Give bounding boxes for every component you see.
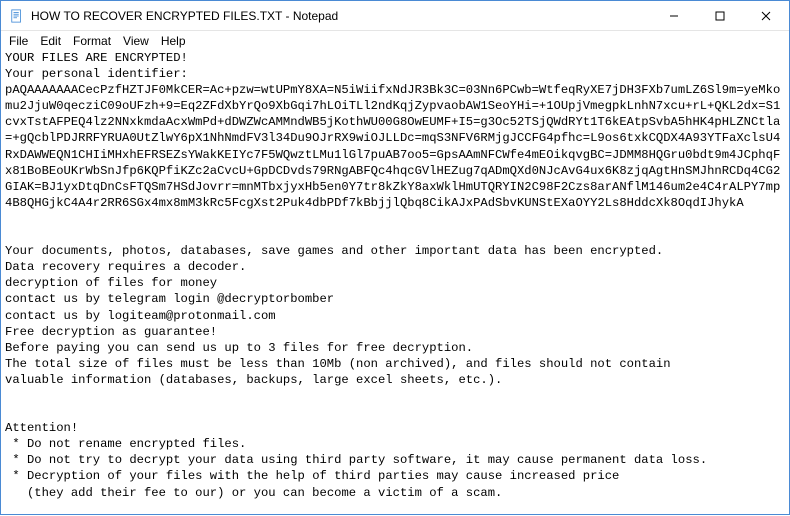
bullet-2: * Do not try to decrypt your data using … [5, 453, 707, 467]
bullet-1: * Do not rename encrypted files. [5, 437, 246, 451]
line-p9: valuable information (databases, backups… [5, 373, 502, 387]
window-controls [651, 1, 789, 30]
menu-format[interactable]: Format [67, 33, 117, 49]
menu-edit[interactable]: Edit [34, 33, 67, 49]
line-p4: contact us by telegram login @decryptorb… [5, 292, 334, 306]
menu-file[interactable]: File [3, 33, 34, 49]
line-p3: decryption of files for money [5, 276, 217, 290]
line-p1: Your documents, photos, databases, save … [5, 244, 663, 258]
window-title: HOW TO RECOVER ENCRYPTED FILES.TXT - Not… [31, 9, 651, 23]
close-button[interactable] [743, 1, 789, 30]
titlebar: HOW TO RECOVER ENCRYPTED FILES.TXT - Not… [1, 1, 789, 31]
line-p2: Data recovery requires a decoder. [5, 260, 246, 274]
line-attention: Attention! [5, 421, 78, 435]
menu-view[interactable]: View [117, 33, 155, 49]
menu-help[interactable]: Help [155, 33, 192, 49]
line-p5: contact us by logiteam@protonmail.com [5, 309, 276, 323]
notepad-icon [9, 8, 25, 24]
text-area[interactable]: YOUR FILES ARE ENCRYPTED! Your personal … [1, 50, 789, 516]
line-pid-label: Your personal identifier: [5, 67, 188, 81]
maximize-button[interactable] [697, 1, 743, 30]
menubar: File Edit Format View Help [1, 31, 789, 50]
identifier-block: pAQAAAAAAACecPzfHZTJF0MkCER=Ac+pzw=wtUPm… [5, 83, 780, 210]
bullet-3: * Decryption of your files with the help… [5, 469, 619, 483]
line-p7: Before paying you can send us up to 3 fi… [5, 341, 473, 355]
bullet-3b: (they add their fee to our) or you can b… [5, 486, 502, 500]
line-p8: The total size of files must be less tha… [5, 357, 671, 371]
line-p6: Free decryption as guarantee! [5, 325, 217, 339]
minimize-button[interactable] [651, 1, 697, 30]
line-header: YOUR FILES ARE ENCRYPTED! [5, 51, 188, 65]
